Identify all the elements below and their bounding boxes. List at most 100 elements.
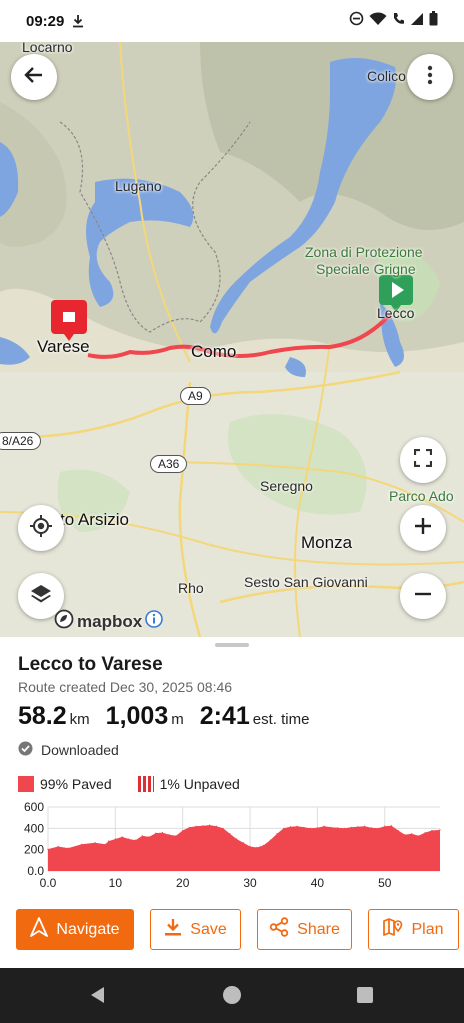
elevation-point xyxy=(377,827,379,829)
elevation-point xyxy=(397,829,399,832)
elevation-chart[interactable]: 6004002000.00.0 10 20 30 40 50 xyxy=(0,797,464,895)
elevation-point xyxy=(195,825,197,827)
more-options-button[interactable] xyxy=(407,54,453,100)
chart-y-tick-label: 400 xyxy=(24,821,44,835)
dnd-icon xyxy=(349,11,364,31)
elevation-point xyxy=(114,838,116,840)
map-label-locarno: Locarno xyxy=(22,42,73,55)
navigation-arrow-icon xyxy=(30,917,49,942)
elevation-point xyxy=(316,827,318,829)
elevation-point xyxy=(188,826,190,828)
elevation-point xyxy=(262,844,265,846)
nav-recents-button[interactable] xyxy=(356,985,374,1010)
surface-legend: 99% Paved 1% Unpaved xyxy=(18,776,240,792)
elevation-point xyxy=(128,838,130,840)
time-unit: est. time xyxy=(252,711,310,728)
more-vert-icon xyxy=(427,65,433,90)
elevation-point xyxy=(47,848,49,850)
time-value: 2:41 xyxy=(199,702,250,730)
route-created-date: Route created Dec 30, 2025 08:46 xyxy=(18,679,233,695)
back-button[interactable] xyxy=(11,54,57,100)
elevation-point xyxy=(67,847,69,849)
plus-icon xyxy=(414,517,432,540)
elevation-value: 1,003 xyxy=(105,702,169,730)
elevation-point xyxy=(94,842,96,844)
elevation-point xyxy=(390,825,393,827)
map-label-colico: Colico xyxy=(367,68,406,84)
elevation-point xyxy=(310,827,312,829)
downloaded-label: Downloaded xyxy=(41,742,119,758)
elevation-point xyxy=(343,827,345,829)
navigate-button[interactable]: Navigate xyxy=(16,909,134,950)
save-button[interactable]: Save xyxy=(150,909,241,950)
elevation-point xyxy=(404,834,406,836)
elevation-point xyxy=(202,825,204,827)
paved-swatch xyxy=(18,776,34,792)
plan-button[interactable]: Plan xyxy=(368,909,459,950)
unpaved-swatch xyxy=(137,776,154,792)
zoom-in-button[interactable] xyxy=(400,505,446,551)
elevation-point xyxy=(121,836,123,838)
paved-label: 99% Paved xyxy=(40,776,112,792)
road-badge-a26: 8/A26 xyxy=(0,432,42,450)
chart-x-tick-label: 40 xyxy=(311,876,325,890)
elevation-point xyxy=(411,833,413,835)
map-view[interactable]: Locarno Colico Lugano Zona di Protezione… xyxy=(0,42,464,637)
map-label-zona-1: Zona di Protezione xyxy=(305,244,423,260)
layers-icon xyxy=(30,583,52,610)
elevation-point xyxy=(161,832,164,834)
minus-icon xyxy=(414,585,432,608)
map-label-zona-2: Speciale Grigne xyxy=(316,261,416,277)
elevation-point xyxy=(330,826,332,828)
plan-label: Plan xyxy=(411,920,444,938)
my-location-button[interactable] xyxy=(18,505,64,551)
status-time: 09:29 xyxy=(26,12,65,30)
info-icon[interactable] xyxy=(145,610,163,633)
elevation-point xyxy=(148,836,150,838)
share-button[interactable]: Share xyxy=(257,909,352,950)
call-icon xyxy=(392,12,405,31)
mapbox-logo-icon xyxy=(54,609,74,634)
chart-y-tick-label: 600 xyxy=(24,800,44,814)
chart-x-tick-label: 20 xyxy=(176,876,190,890)
wifi-icon xyxy=(369,11,387,31)
mapbox-attribution[interactable]: mapbox xyxy=(54,609,163,634)
elevation-point xyxy=(175,835,177,837)
elevation-point xyxy=(357,826,359,828)
nav-home-button[interactable] xyxy=(222,985,242,1010)
elevation-point xyxy=(104,843,106,845)
zoom-out-button[interactable] xyxy=(400,573,446,619)
elevation-point xyxy=(209,824,211,826)
map-label-seregno: Seregno xyxy=(260,478,313,494)
fullscreen-button[interactable] xyxy=(400,437,446,483)
elevation-point xyxy=(81,843,83,845)
elevation-point xyxy=(256,846,258,849)
elevation-point xyxy=(384,825,386,827)
battery-icon xyxy=(429,11,438,31)
elevation-point xyxy=(141,835,143,837)
elevation-point xyxy=(439,829,441,831)
route-details-sheet: Lecco to Varese Route created Dec 30, 20… xyxy=(0,637,464,968)
elevation-point xyxy=(108,840,110,842)
nav-back-button[interactable] xyxy=(88,985,108,1010)
elevation-point xyxy=(236,838,238,840)
elevation-point xyxy=(370,827,372,829)
map-label-arsizio: to Arsizio xyxy=(60,510,129,529)
elevation-point xyxy=(424,832,426,834)
status-bar: 09:29 xyxy=(0,0,464,42)
system-nav-bar xyxy=(0,968,464,1023)
arrow-left-icon xyxy=(23,64,45,91)
save-label: Save xyxy=(190,920,227,938)
route-title: Lecco to Varese xyxy=(18,654,163,675)
elevation-point xyxy=(182,829,184,832)
sheet-drag-handle[interactable] xyxy=(215,643,249,647)
elevation-point xyxy=(249,845,251,848)
elevation-point xyxy=(303,826,305,828)
elevation-point xyxy=(269,839,271,841)
elevation-area xyxy=(48,825,440,871)
gps-crosshair-icon xyxy=(29,514,53,543)
unpaved-label: 1% Unpaved xyxy=(159,776,240,792)
map-label-lecco: Lecco xyxy=(377,305,415,321)
elevation-point xyxy=(276,833,278,835)
map-label-lugano: Lugano xyxy=(115,178,162,194)
